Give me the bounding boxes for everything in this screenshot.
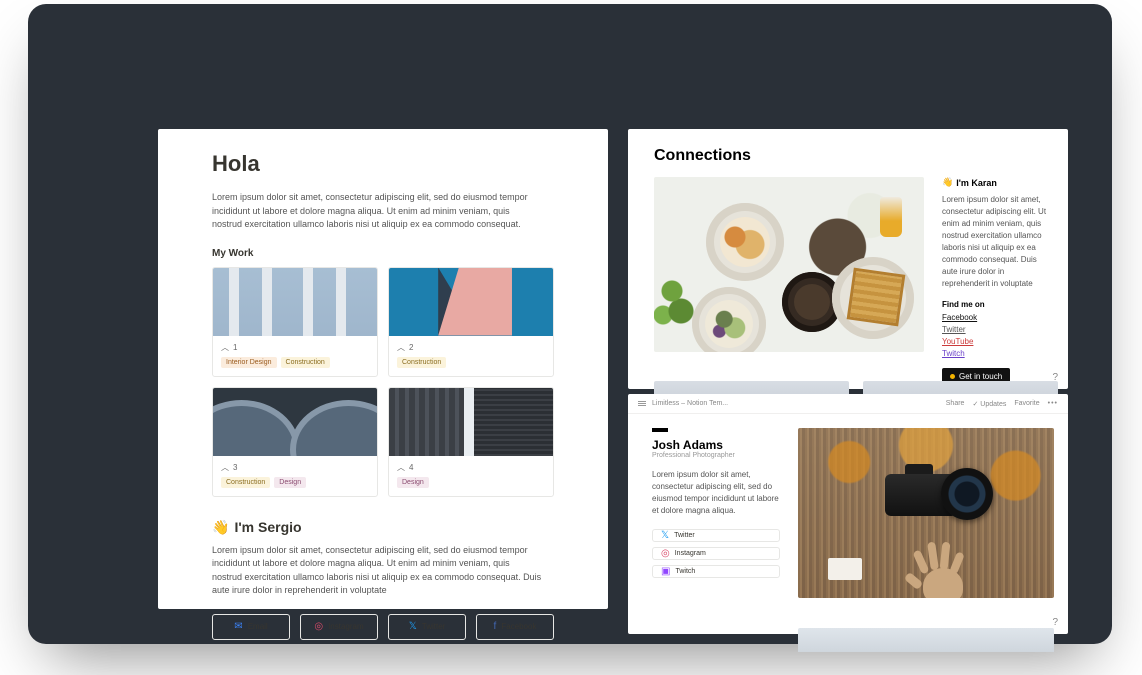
accent-bar [652,428,668,432]
menu-icon[interactable] [638,401,646,406]
work-num: 4 [409,463,413,472]
facebook-icon: f [494,621,497,632]
instagram-icon: ◎ [314,621,323,632]
twitter-button[interactable]: 𝕏 Twitter [652,529,780,542]
hola-intro: Lorem ipsum dolor sit amet, consectetur … [212,191,542,232]
facebook-button[interactable]: f Facebook [476,614,554,640]
karan-heading: I'm Karan [956,178,997,188]
chevron-up-icon: ︿ [397,342,405,353]
panel-hola: Hola Lorem ipsum dolor sit amet, consect… [158,129,608,609]
chevron-up-icon: ︿ [397,462,405,473]
more-icon[interactable]: ••• [1048,400,1058,407]
youtube-link[interactable]: YouTube [942,337,1052,346]
twitter-label: Twitter [422,622,446,631]
notion-toolbar: Limitless – Notion Tem... Share ✓ Update… [628,394,1068,414]
twitter-button[interactable]: 𝕏 Twitter [388,614,466,640]
instagram-label: Instagram [328,622,364,631]
work-card-3[interactable]: ︿ 3 Construction Design [212,387,378,497]
my-work-heading: My Work [212,248,554,259]
work-num: 2 [409,343,413,352]
sergio-heading: I'm Sergio [234,519,301,535]
work-num: 1 [233,343,237,352]
josh-body: Lorem ipsum dolor sit amet, consectetur … [652,469,780,517]
connections-heading: Connections [654,147,1058,165]
work-card-2[interactable]: ︿ 2 Construction [388,267,554,377]
instagram-label: Instagram [675,550,706,557]
find-me-heading: Find me on [942,300,1052,309]
updates-button[interactable]: ✓ Updates [972,400,1006,408]
work-thumb-2 [389,268,553,336]
twitch-link[interactable]: Twitch [942,349,1052,358]
help-button[interactable]: ? [1052,617,1058,628]
facebook-link[interactable]: Facebook [942,313,1052,322]
instagram-button[interactable]: ◎ Instagram [652,547,780,560]
connections-hero-image [654,177,924,352]
josh-subtitle: Professional Photographer [652,452,780,459]
sergio-section: 👋 I'm Sergio Lorem ipsum dolor sit amet, … [212,519,554,640]
chevron-up-icon: ︿ [221,462,229,473]
panel-connections: Connections 👋I'm Karan Lorem ipsum dolor… [628,129,1068,389]
wave-icon: 👋 [212,519,229,536]
sergio-body: Lorem ipsum dolor sit amet, consectetur … [212,544,542,598]
instagram-button[interactable]: ◎ Instagram [300,614,378,640]
tag: Design [397,477,429,488]
image-strip [798,628,1054,652]
work-thumb-4 [389,388,553,456]
email-button[interactable]: ✉ Email [212,614,290,640]
email-label: Email [248,622,268,631]
email-icon: ✉ [234,621,242,632]
work-grid: ︿ 1 Interior Design Construction ︿ 2 Const… [212,267,554,497]
twitch-button[interactable]: ▣ Twitch [652,565,780,578]
panel-josh: Limitless – Notion Tem... Share ✓ Update… [628,394,1068,634]
tag: Construction [281,357,330,368]
work-card-1[interactable]: ︿ 1 Interior Design Construction [212,267,378,377]
tag: Design [274,477,306,488]
tag: Construction [397,357,446,368]
josh-name: Josh Adams [652,438,780,452]
twitter-label: Twitter [674,532,695,539]
work-num: 3 [233,463,237,472]
wave-icon: 👋 [942,177,953,188]
twitter-icon: 𝕏 [661,530,669,541]
work-thumb-3 [213,388,377,456]
cta-label: Get in touch [959,372,1002,381]
karan-body: Lorem ipsum dolor sit amet, consectetur … [942,194,1052,290]
instagram-icon: ◎ [661,548,670,559]
tag: Interior Design [221,357,277,368]
twitter-link[interactable]: Twitter [942,325,1052,334]
favorite-button[interactable]: Favorite [1014,400,1039,407]
hola-heading: Hola [212,151,554,177]
help-button[interactable]: ? [1052,372,1058,383]
breadcrumb[interactable]: Limitless – Notion Tem... [652,400,728,407]
share-button[interactable]: Share [946,400,965,407]
twitch-label: Twitch [675,568,695,575]
work-thumb-1 [213,268,377,336]
facebook-label: Facebook [501,622,536,631]
twitter-icon: 𝕏 [409,621,417,632]
work-card-4[interactable]: ︿ 4 Design [388,387,554,497]
twitch-icon: ▣ [661,566,670,577]
chevron-up-icon: ︿ [221,342,229,353]
josh-hero-image [798,428,1054,598]
stage: Hola Lorem ipsum dolor sit amet, consect… [28,4,1112,644]
tag: Construction [221,477,270,488]
